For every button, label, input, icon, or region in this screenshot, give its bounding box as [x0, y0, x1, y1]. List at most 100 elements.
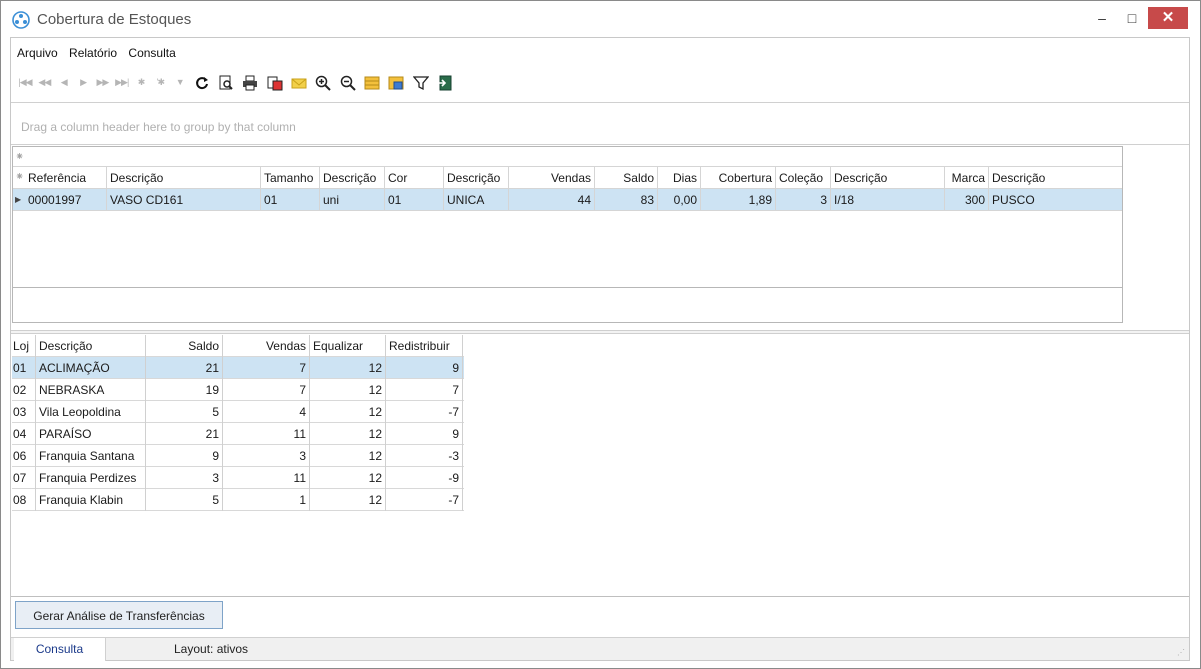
menu-consulta[interactable]: Consulta	[128, 46, 175, 60]
cell-descricao[interactable]: PARAÍSO	[36, 423, 146, 445]
cell-vendas[interactable]: 3	[223, 445, 310, 467]
save-layout-icon[interactable]	[386, 72, 407, 92]
cell-equalizar[interactable]: 12	[310, 423, 386, 445]
cell-tamanho[interactable]: 01	[261, 189, 320, 211]
next-page-icon[interactable]: ▶▶	[94, 72, 110, 92]
col-descricao-header[interactable]: Descrição	[36, 335, 146, 357]
col-descricao-marca-header[interactable]: Descrição	[989, 167, 1123, 189]
cell-vendas[interactable]: 11	[223, 423, 310, 445]
generate-transfer-analysis-button[interactable]: Gerar Análise de Transferências	[15, 601, 223, 629]
col-saldo-header[interactable]: Saldo	[595, 167, 658, 189]
email-icon[interactable]	[288, 72, 309, 92]
exit-icon[interactable]	[435, 72, 456, 92]
cell-redistribuir[interactable]: -9	[386, 467, 463, 489]
table-row[interactable]: 06 Franquia Santana 9 3 12 -3	[12, 445, 464, 467]
cell-saldo[interactable]: 19	[146, 379, 223, 401]
col-dias-header[interactable]: Dias	[658, 167, 701, 189]
cell-marca[interactable]: 300	[945, 189, 989, 211]
cell-saldo[interactable]: 21	[146, 423, 223, 445]
cell-equalizar[interactable]: 12	[310, 379, 386, 401]
cell-equalizar[interactable]: 12	[310, 357, 386, 379]
col-equalizar-header[interactable]: Equalizar	[310, 335, 386, 357]
cell-vendas[interactable]: 11	[223, 467, 310, 489]
col-descricao-colecao-header[interactable]: Descrição	[831, 167, 945, 189]
cell-equalizar[interactable]: 12	[310, 445, 386, 467]
zoom-out-icon[interactable]	[337, 72, 358, 92]
group-by-panel[interactable]: Drag a column header here to group by th…	[21, 120, 296, 134]
next-record-icon[interactable]: ▶	[75, 72, 91, 92]
cell-equalizar[interactable]: 12	[310, 401, 386, 423]
print-icon[interactable]	[240, 72, 261, 92]
table-row[interactable]: 02 NEBRASKA 19 7 12 7	[12, 379, 464, 401]
cell-saldo[interactable]: 21	[146, 357, 223, 379]
cell-dias[interactable]: 0,00	[658, 189, 701, 211]
resize-grip-icon[interactable]: ⋰	[1177, 648, 1185, 657]
cell-loja[interactable]: 08	[12, 489, 36, 511]
table-row[interactable]: 01 ACLIMAÇÃO 21 7 12 9	[12, 357, 464, 379]
col-redistribuir-header[interactable]: Redistribuir	[386, 335, 463, 357]
print-preview-icon[interactable]	[215, 72, 236, 92]
filter-record-icon[interactable]: ▼	[172, 72, 188, 92]
panel-splitter[interactable]	[11, 330, 1189, 334]
cell-loja[interactable]: 03	[12, 401, 36, 423]
zoom-in-icon[interactable]	[313, 72, 334, 92]
cell-descricao[interactable]: Franquia Santana	[36, 445, 146, 467]
menu-relatorio[interactable]: Relatório	[69, 46, 117, 60]
cell-descricao-tamanho[interactable]: uni	[320, 189, 385, 211]
cell-descricao[interactable]: Franquia Perdizes	[36, 467, 146, 489]
append-record-icon[interactable]: '✱	[152, 72, 168, 92]
col-marca-header[interactable]: Marca	[945, 167, 989, 189]
col-tamanho-header[interactable]: Tamanho	[261, 167, 320, 189]
cell-redistribuir[interactable]: 9	[386, 357, 463, 379]
cell-saldo[interactable]: 5	[146, 489, 223, 511]
col-saldo-header[interactable]: Saldo	[146, 335, 223, 357]
cell-descricao[interactable]: ACLIMAÇÃO	[36, 357, 146, 379]
prev-page-icon[interactable]: ◀◀	[36, 72, 52, 92]
col-descricao-tamanho-header[interactable]: Descrição	[320, 167, 385, 189]
col-vendas-header[interactable]: Vendas	[509, 167, 595, 189]
cell-descricao[interactable]: Franquia Klabin	[36, 489, 146, 511]
cell-saldo[interactable]: 3	[146, 467, 223, 489]
cell-loja[interactable]: 01	[12, 357, 36, 379]
last-record-icon[interactable]: ▶▶|	[114, 72, 130, 92]
cell-saldo[interactable]: 9	[146, 445, 223, 467]
cell-loja[interactable]: 07	[12, 467, 36, 489]
cell-redistribuir[interactable]: -3	[386, 445, 463, 467]
filter-icon[interactable]	[410, 72, 431, 92]
cell-redistribuir[interactable]: 9	[386, 423, 463, 445]
col-loja-header[interactable]: Loj	[12, 335, 36, 357]
insert-record-icon[interactable]: ✱	[133, 72, 149, 92]
cell-saldo[interactable]: 83	[595, 189, 658, 211]
col-cobertura-header[interactable]: Cobertura	[701, 167, 776, 189]
cell-redistribuir[interactable]: 7	[386, 379, 463, 401]
cell-equalizar[interactable]: 12	[310, 467, 386, 489]
cell-descricao-cor[interactable]: UNICA	[444, 189, 509, 211]
cell-loja[interactable]: 04	[12, 423, 36, 445]
cell-vendas[interactable]: 7	[223, 379, 310, 401]
filter-row[interactable]: ⁕	[13, 147, 1122, 167]
col-referencia-header[interactable]: Referência	[25, 167, 107, 189]
cell-descricao[interactable]: VASO CD161	[107, 189, 261, 211]
maximize-button[interactable]: □	[1117, 7, 1147, 29]
col-cor-header[interactable]: Cor	[385, 167, 444, 189]
cell-colecao[interactable]: 3	[776, 189, 831, 211]
table-row[interactable]: 08 Franquia Klabin 5 1 12 -7	[12, 489, 464, 511]
table-row[interactable]: 04 PARAÍSO 21 11 12 9	[12, 423, 464, 445]
cell-descricao[interactable]: NEBRASKA	[36, 379, 146, 401]
cell-loja[interactable]: 02	[12, 379, 36, 401]
col-vendas-header[interactable]: Vendas	[223, 335, 310, 357]
cell-redistribuir[interactable]: -7	[386, 401, 463, 423]
first-record-icon[interactable]: |◀◀	[17, 72, 33, 92]
export-icon[interactable]	[264, 72, 285, 92]
minimize-button[interactable]: –	[1087, 7, 1117, 29]
status-tab-consulta[interactable]: Consulta	[14, 638, 106, 661]
cell-vendas[interactable]: 1	[223, 489, 310, 511]
cell-loja[interactable]: 06	[12, 445, 36, 467]
cell-vendas[interactable]: 7	[223, 357, 310, 379]
table-row[interactable]: ▶ 00001997 VASO CD161 01 uni 01 UNICA 44…	[13, 189, 1122, 211]
cell-vendas[interactable]: 44	[509, 189, 595, 211]
columns-icon[interactable]	[362, 72, 383, 92]
cell-redistribuir[interactable]: -7	[386, 489, 463, 511]
close-button[interactable]: ✕	[1148, 7, 1188, 29]
cell-descricao[interactable]: Vila Leopoldina	[36, 401, 146, 423]
